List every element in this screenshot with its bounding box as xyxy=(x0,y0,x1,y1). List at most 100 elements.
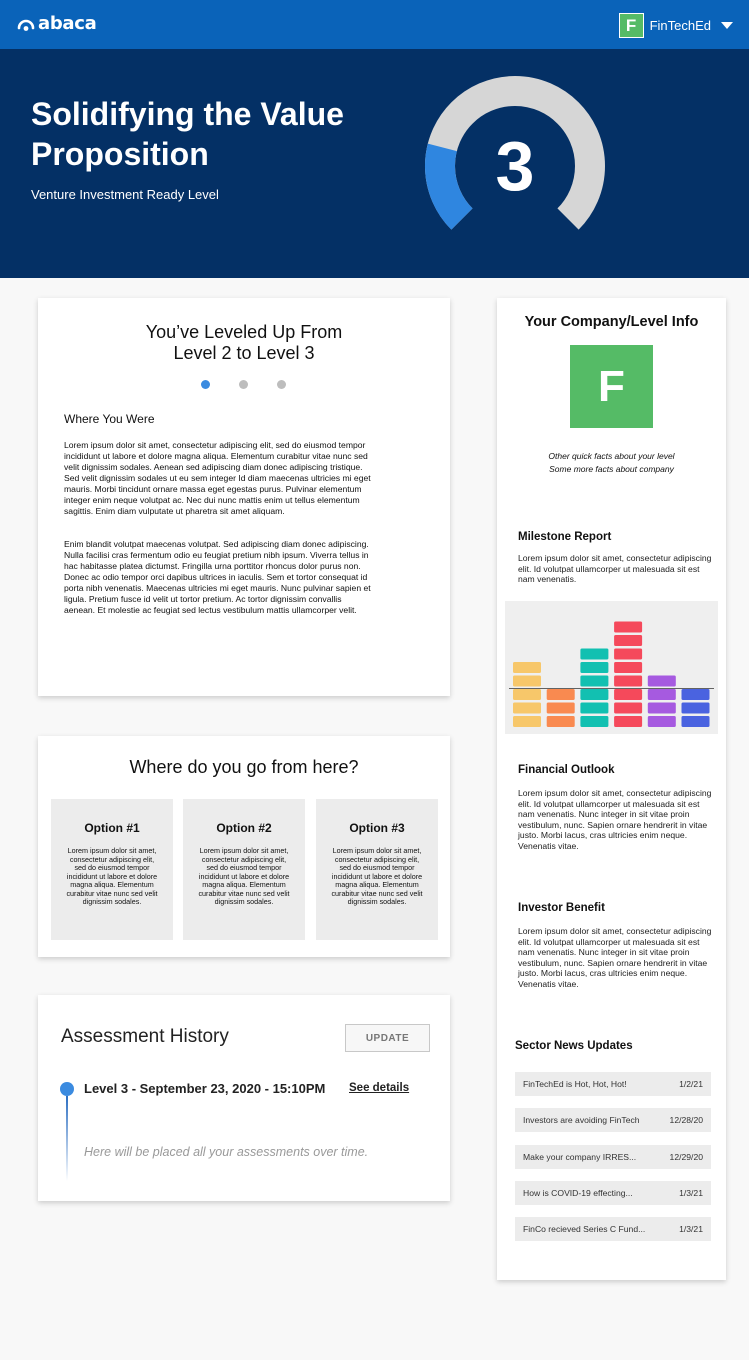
where-you-were-paragraph-1: Lorem ipsum dolor sit amet, consectetur … xyxy=(64,440,371,516)
level-up-title-line1: You’ve Leveled Up From xyxy=(145,322,343,342)
news-date: 12/28/20 xyxy=(669,1115,703,1125)
chart-bar-block xyxy=(580,662,609,673)
chart-bar-block xyxy=(513,689,541,700)
chart-bar-block xyxy=(614,621,643,633)
history-placeholder: Here will be placed all your assessments… xyxy=(84,1145,369,1159)
news-date: 1/2/21 xyxy=(679,1079,703,1089)
carousel-dot-3[interactable] xyxy=(277,380,286,389)
hero-banner: Solidifying the Value Proposition Ventur… xyxy=(0,49,749,278)
caret-down-icon xyxy=(721,22,733,29)
chart-bar-block xyxy=(647,689,676,700)
news-title: Investors are avoiding FinTech xyxy=(523,1115,640,1125)
chart-bar-block xyxy=(681,689,710,700)
news-item[interactable]: How is COVID-19 effecting... 1/3/21 xyxy=(515,1181,711,1205)
assessment-history-card: Assessment History UPDATE Level 3 - Sept… xyxy=(38,995,450,1201)
option-text: Lorem ipsum dolor sit amet, consectetur … xyxy=(331,846,423,906)
milestone-chart-svg xyxy=(509,621,714,727)
investor-benefit-heading: Investor Benefit xyxy=(518,902,605,914)
option-text: Lorem ipsum dolor sit amet, consectetur … xyxy=(66,846,158,906)
chart-bar-block xyxy=(647,716,676,727)
milestone-heading: Milestone Report xyxy=(518,531,612,543)
level-title: Solidifying the Value Proposition xyxy=(31,96,344,172)
carousel-dot-2[interactable] xyxy=(239,380,248,389)
carousel-dot-1[interactable] xyxy=(201,380,210,389)
sector-news-heading: Sector News Updates xyxy=(515,1040,633,1052)
quick-fact-1: Other quick facts about your level xyxy=(548,451,675,461)
news-title: FinCo recieved Series C Fund... xyxy=(523,1224,646,1234)
chart-bar-block xyxy=(647,675,676,687)
assessment-entry: Level 3 - September 23, 2020 - 15:10PM xyxy=(84,1081,326,1096)
news-item[interactable]: Make your company IRRES... 12/29/20 xyxy=(515,1145,711,1169)
chart-bar-block xyxy=(513,662,541,673)
news-date: 1/3/21 xyxy=(679,1188,703,1198)
milestone-text: Lorem ipsum dolor sit amet, consectetur … xyxy=(518,553,712,585)
company-logo: F xyxy=(570,345,653,428)
chart-bar-2 xyxy=(546,689,575,727)
financial-outlook-text: Lorem ipsum dolor sit amet, consectetur … xyxy=(518,788,712,851)
news-item[interactable]: FinCo recieved Series C Fund... 1/3/21 xyxy=(515,1217,711,1241)
where-you-were-paragraph-2: Enim blandit volutpat maecenas volutpat.… xyxy=(64,539,371,615)
update-button[interactable]: UPDATE xyxy=(345,1024,430,1052)
chart-bar-block xyxy=(681,702,710,714)
news-date: 12/29/20 xyxy=(669,1152,703,1162)
financial-outlook-heading: Financial Outlook xyxy=(518,764,615,776)
chart-bar-block xyxy=(614,689,643,700)
where-you-were-heading: Where You Were xyxy=(64,412,155,426)
see-details-link[interactable]: See details xyxy=(349,1082,409,1094)
level-up-title-line2: Level 2 to Level 3 xyxy=(173,343,315,363)
chart-bar-block xyxy=(580,702,609,714)
top-bar: abaca F FinTechEd xyxy=(0,0,749,49)
company-name: FinTechEd xyxy=(649,18,711,33)
chart-bar-block xyxy=(513,675,541,687)
next-steps-card: Where do you go from here? Option #1 Lor… xyxy=(38,736,450,957)
chart-bar-block xyxy=(580,689,609,700)
abaca-logo-icon xyxy=(17,19,35,31)
level-subtitle: Venture Investment Ready Level xyxy=(31,187,219,202)
chart-bar-block xyxy=(580,716,609,727)
chart-bar-block xyxy=(614,675,643,687)
company-avatar: F xyxy=(618,13,644,38)
company-switcher[interactable]: F FinTechEd xyxy=(618,13,733,38)
news-date: 1/3/21 xyxy=(679,1224,703,1234)
chart-bar-block xyxy=(546,702,575,714)
chart-bar-block xyxy=(580,648,609,660)
chart-bar-4 xyxy=(614,621,643,727)
option-title: Option #2 xyxy=(216,821,272,835)
news-title: FinTechEd is Hot, Hot, Hot! xyxy=(523,1079,627,1089)
timeline-line xyxy=(66,1096,68,1181)
carousel-dots xyxy=(201,380,315,389)
assessment-history-title: Assessment History xyxy=(61,1026,229,1047)
news-title: Make your company IRRES... xyxy=(523,1152,637,1162)
brand-logo[interactable]: abaca xyxy=(17,13,97,34)
company-info-title: Your Company/Level Info xyxy=(524,314,699,330)
level-number: 3 xyxy=(495,127,535,205)
chart-bar-block xyxy=(614,716,643,727)
option-title: Option #1 xyxy=(84,821,140,835)
level-up-title: You’ve Leveled Up From Level 2 to Level … xyxy=(38,322,450,364)
news-item[interactable]: FinTechEd is Hot, Hot, Hot! 1/2/21 xyxy=(515,1072,711,1096)
news-title: How is COVID-19 effecting... xyxy=(523,1188,633,1198)
news-item[interactable]: Investors are avoiding FinTech 12/28/20 xyxy=(515,1108,711,1132)
quick-fact-2: Some more facts about company xyxy=(549,464,674,474)
company-info-card: Your Company/Level Info F Other quick fa… xyxy=(497,298,726,1280)
investor-benefit-text: Lorem ipsum dolor sit amet, consectetur … xyxy=(518,926,712,989)
chart-bar-3 xyxy=(580,648,609,727)
option-card-3[interactable]: Option #3 Lorem ipsum dolor sit amet, co… xyxy=(316,799,438,940)
timeline-dot xyxy=(60,1082,74,1096)
chart-bar-6 xyxy=(681,689,710,727)
chart-bar-block xyxy=(614,648,643,660)
chart-bar-block xyxy=(546,716,575,727)
chart-bar-block xyxy=(681,716,710,727)
chart-bar-5 xyxy=(647,675,676,727)
brand-name: abaca xyxy=(38,13,97,34)
option-card-2[interactable]: Option #2 Lorem ipsum dolor sit amet, co… xyxy=(183,799,305,940)
chart-bar-1 xyxy=(513,662,541,727)
chart-bar-block xyxy=(580,675,609,687)
chart-bar-block xyxy=(513,702,541,714)
chart-bar-block xyxy=(614,702,643,714)
option-card-1[interactable]: Option #1 Lorem ipsum dolor sit amet, co… xyxy=(51,799,173,940)
option-title: Option #3 xyxy=(349,821,405,835)
chart-bar-block xyxy=(614,635,643,646)
chart-bar-block xyxy=(647,702,676,714)
chart-bar-block xyxy=(513,716,541,727)
